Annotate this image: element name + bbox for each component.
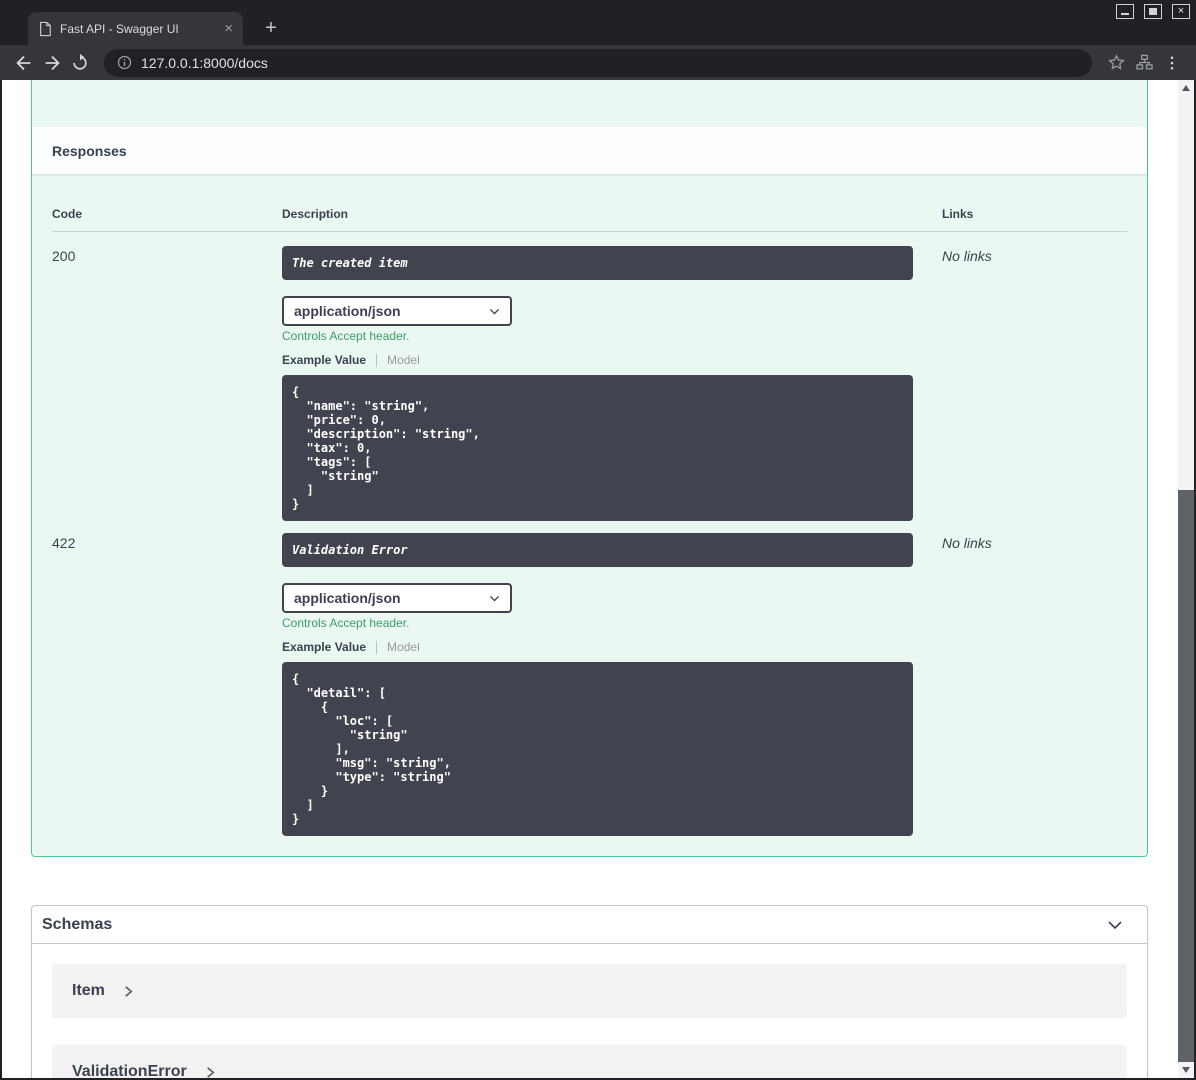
schemas-header[interactable]: Schemas	[32, 906, 1147, 944]
browser-tools-button[interactable]	[1130, 49, 1158, 77]
column-header-description: Description	[282, 207, 349, 221]
tab-divider	[376, 353, 378, 367]
new-tab-button[interactable]: +	[258, 15, 284, 41]
tab-divider	[376, 640, 378, 654]
media-type-select[interactable]: application/json	[282, 583, 512, 613]
media-type-value: application/json	[294, 590, 401, 606]
close-icon: ×	[1177, 5, 1185, 17]
vertical-scrollbar[interactable]	[1178, 80, 1194, 1078]
responses-table: Code Description Links 200 The created i…	[32, 174, 1147, 856]
browser-menu-button[interactable]	[1158, 49, 1186, 77]
maximize-icon	[1149, 8, 1157, 15]
response-row-200: 200 The created item application/json Co…	[52, 232, 1127, 521]
forward-arrow-icon	[45, 55, 60, 70]
model-row-item[interactable]: Item	[52, 964, 1127, 1018]
no-links-label: No links	[942, 248, 992, 264]
response-description-box: Validation Error	[282, 533, 913, 567]
response-description-cell: Validation Error application/json Contro…	[282, 533, 942, 836]
browser-navbar: 127.0.0.1:8000/docs	[0, 45, 1196, 80]
browser-tab[interactable]: Fast API - Swagger UI ×	[28, 12, 243, 45]
browser-titlebar: Fast API - Swagger UI × + ×	[0, 0, 1196, 45]
response-code: 200	[52, 248, 76, 264]
tab-model[interactable]: Model	[387, 640, 420, 654]
site-info-icon[interactable]	[116, 54, 133, 71]
accept-header-note: Controls Accept header.	[282, 616, 410, 630]
model-row-validationerror[interactable]: ValidationError	[52, 1045, 1127, 1078]
sitemap-icon	[1135, 54, 1153, 70]
schemas-section: Schemas Item ValidationError	[31, 905, 1148, 1078]
scrollbar-thumb[interactable]	[1178, 490, 1194, 1062]
address-bar[interactable]: 127.0.0.1:8000/docs	[104, 48, 1092, 77]
back-button[interactable]	[10, 49, 38, 77]
example-model-tabs: Example Value Model	[282, 640, 942, 654]
schemas-list: Item ValidationError	[32, 944, 1147, 1078]
chevron-down-icon	[489, 595, 500, 602]
operation-block-tail	[32, 80, 1147, 127]
responses-table-header: Code Description Links	[52, 207, 1127, 232]
chevron-down-icon[interactable]	[1105, 915, 1125, 935]
media-type-select[interactable]: application/json	[282, 296, 512, 326]
example-json-block: { "name": "string", "price": 0, "descrip…	[282, 375, 913, 521]
reload-icon	[73, 53, 87, 70]
bookmark-button[interactable]	[1102, 49, 1130, 77]
model-name: ValidationError	[72, 1063, 187, 1078]
column-header-code: Code	[52, 207, 82, 221]
response-code: 422	[52, 535, 76, 551]
chevron-right-icon	[125, 985, 133, 997]
page-content: Responses Code Description Links 200 The…	[2, 80, 1178, 1078]
response-row-422: 422 Validation Error application/json Co…	[52, 521, 1127, 836]
tab-title: Fast API - Swagger UI	[60, 21, 179, 36]
document-favicon-icon	[40, 21, 51, 36]
forward-button[interactable]	[38, 49, 66, 77]
response-description-box: The created item	[282, 246, 913, 280]
browser-window: Fast API - Swagger UI × + × 127.0.0.1:80…	[0, 0, 1196, 1080]
chevron-down-icon	[489, 308, 500, 315]
example-model-tabs: Example Value Model	[282, 353, 942, 367]
back-arrow-icon	[16, 55, 31, 70]
minimize-icon	[1121, 13, 1129, 15]
window-controls: ×	[1116, 4, 1190, 19]
window-minimize-button[interactable]	[1116, 4, 1134, 19]
media-type-value: application/json	[294, 303, 401, 319]
star-icon	[1107, 54, 1125, 70]
window-close-button[interactable]: ×	[1172, 4, 1190, 19]
no-links-label: No links	[942, 535, 992, 551]
model-name: Item	[72, 982, 105, 999]
tab-close-icon[interactable]: ×	[224, 21, 233, 36]
accept-header-note: Controls Accept header.	[282, 329, 410, 343]
scroll-down-arrow-icon[interactable]	[1182, 1067, 1190, 1073]
responses-section-header: Responses	[32, 127, 1147, 174]
schemas-title: Schemas	[42, 915, 113, 933]
tab-example-value[interactable]: Example Value	[282, 640, 366, 654]
window-maximize-button[interactable]	[1144, 4, 1162, 19]
responses-title: Responses	[52, 142, 127, 159]
kebab-menu-icon	[1170, 55, 1174, 70]
tab-model[interactable]: Model	[387, 353, 420, 367]
operation-responses-panel: Responses Code Description Links 200 The…	[31, 80, 1148, 857]
response-description-cell: The created item application/json Contro…	[282, 246, 942, 521]
reload-button[interactable]	[66, 49, 94, 77]
column-header-links: Links	[942, 207, 974, 221]
tab-example-value[interactable]: Example Value	[282, 353, 366, 367]
url-text[interactable]: 127.0.0.1:8000/docs	[141, 55, 268, 71]
scroll-up-arrow-icon[interactable]	[1182, 85, 1190, 91]
example-json-block: { "detail": [ { "loc": [ "string" ], "ms…	[282, 662, 913, 836]
chevron-right-icon	[206, 1066, 215, 1078]
